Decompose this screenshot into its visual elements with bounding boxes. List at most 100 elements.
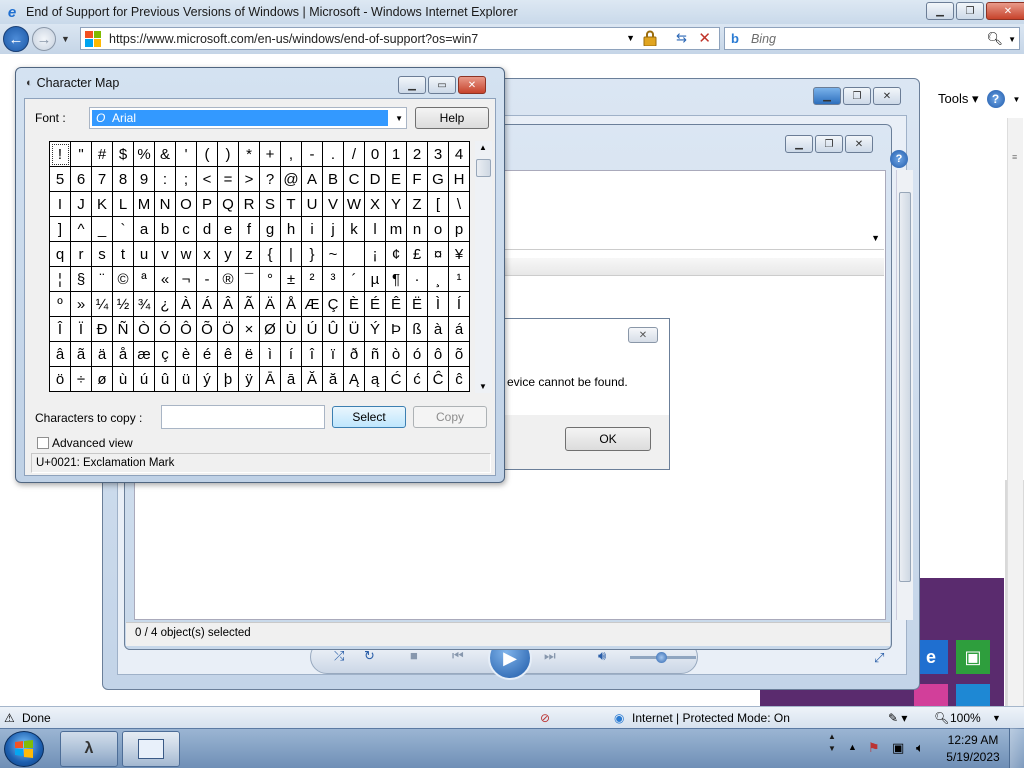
character-cell[interactable]: ð: [344, 342, 365, 367]
character-cell[interactable]: ñ: [365, 342, 386, 367]
next-icon[interactable]: ⏭: [544, 648, 556, 664]
character-cell[interactable]: Â: [218, 292, 239, 317]
character-cell[interactable]: g: [260, 217, 281, 242]
characters-to-copy-input[interactable]: [161, 405, 325, 429]
character-cell[interactable]: ù: [113, 367, 134, 392]
search-field[interactable]: b Bing 🔍︎ ▼: [724, 27, 1020, 50]
character-cell[interactable]: a: [134, 217, 155, 242]
character-cell[interactable]: ~: [323, 242, 344, 267]
character-cell[interactable]: ¾: [134, 292, 155, 317]
shuffle-icon[interactable]: ⤮: [334, 648, 344, 664]
character-cell[interactable]: C: [344, 167, 365, 192]
character-cell[interactable]: Ï: [71, 317, 92, 342]
character-cell[interactable]: d: [197, 217, 218, 242]
character-cell[interactable]: s: [92, 242, 113, 267]
character-cell[interactable]: c: [176, 217, 197, 242]
character-cell[interactable]: Î: [50, 317, 71, 342]
character-cell[interactable]: é: [197, 342, 218, 367]
repeat-icon[interactable]: ↻: [364, 648, 375, 664]
character-cell[interactable]: ½: [113, 292, 134, 317]
character-cell[interactable]: 5: [50, 167, 71, 192]
back-button[interactable]: ←: [3, 26, 29, 52]
character-cell[interactable]: å: [113, 342, 134, 367]
protected-mode-icon[interactable]: ✎ ▾: [888, 711, 907, 725]
character-cell[interactable]: Z: [407, 192, 428, 217]
restore-button[interactable]: ❐: [815, 135, 843, 153]
character-cell[interactable]: V: [323, 192, 344, 217]
character-cell[interactable]: Þ: [386, 317, 407, 342]
character-cell[interactable]: ¤: [428, 242, 449, 267]
volume-icon[interactable]: 🔊︎: [598, 648, 606, 664]
stop-icon[interactable]: ✕: [698, 29, 711, 47]
character-cell[interactable]: `: [113, 217, 134, 242]
character-cell[interactable]: G: [428, 167, 449, 192]
character-cell[interactable]: _: [92, 217, 113, 242]
history-dropdown-icon[interactable]: ▼: [61, 34, 70, 44]
character-cell[interactable]: Ù: [281, 317, 302, 342]
taskbar-explorer-button[interactable]: [122, 731, 180, 767]
character-cell[interactable]: Ð: [92, 317, 113, 342]
minimize-button[interactable]: ▁: [926, 2, 954, 20]
character-cell[interactable]: Á: [197, 292, 218, 317]
taskbar-charmap-button[interactable]: λ: [60, 731, 118, 767]
character-cell[interactable]: }: [302, 242, 323, 267]
character-cell[interactable]: [344, 242, 365, 267]
character-cell[interactable]: j: [323, 217, 344, 242]
character-cell[interactable]: #: [92, 142, 113, 167]
character-cell[interactable]: À: [176, 292, 197, 317]
character-cell[interactable]: W: [344, 192, 365, 217]
character-cell[interactable]: à: [428, 317, 449, 342]
address-dropdown-icon[interactable]: ▼: [626, 33, 635, 43]
minimize-button[interactable]: ▁: [785, 135, 813, 153]
character-cell[interactable]: º: [50, 292, 71, 317]
character-cell[interactable]: M: [134, 192, 155, 217]
forward-button[interactable]: →: [32, 27, 56, 51]
character-cell[interactable]: þ: [218, 367, 239, 392]
character-cell[interactable]: y: [218, 242, 239, 267]
character-cell[interactable]: î: [302, 342, 323, 367]
character-cell[interactable]: ý: [197, 367, 218, 392]
character-cell[interactable]: Ë: [407, 292, 428, 317]
character-cell[interactable]: r: [71, 242, 92, 267]
character-cell[interactable]: ä: [92, 342, 113, 367]
character-cell[interactable]: §: [71, 267, 92, 292]
ok-button[interactable]: OK: [565, 427, 651, 451]
character-cell[interactable]: ê: [218, 342, 239, 367]
character-cell[interactable]: Ā: [260, 367, 281, 392]
character-cell[interactable]: 0: [365, 142, 386, 167]
minimize-button[interactable]: ▁: [398, 76, 426, 94]
character-cell[interactable]: H: [449, 167, 470, 192]
character-cell[interactable]: ?: [260, 167, 281, 192]
character-cell[interactable]: Ò: [134, 317, 155, 342]
character-cell[interactable]: ;: [176, 167, 197, 192]
character-cell[interactable]: q: [50, 242, 71, 267]
tray-expand-icon[interactable]: ▲: [848, 742, 857, 752]
character-cell[interactable]: ÷: [71, 367, 92, 392]
character-cell[interactable]: Ü: [344, 317, 365, 342]
close-button[interactable]: ✕: [845, 135, 873, 153]
character-cell[interactable]: |: [281, 242, 302, 267]
character-cell[interactable]: ¸: [428, 267, 449, 292]
character-cell[interactable]: T: [281, 192, 302, 217]
message-close-button[interactable]: ✕: [628, 327, 658, 343]
character-cell[interactable]: F: [407, 167, 428, 192]
character-cell[interactable]: ,: [281, 142, 302, 167]
character-cell[interactable]: @: [281, 167, 302, 192]
character-cell[interactable]: ü: [176, 367, 197, 392]
character-cell[interactable]: {: [260, 242, 281, 267]
character-cell[interactable]: æ: [134, 342, 155, 367]
clock-date[interactable]: 5/19/2023: [945, 750, 1001, 764]
character-cell[interactable]: x: [197, 242, 218, 267]
character-cell[interactable]: û: [155, 367, 176, 392]
character-cell[interactable]: â: [50, 342, 71, 367]
devices-help-icon[interactable]: ?: [890, 150, 908, 168]
start-button[interactable]: [4, 731, 44, 767]
scroll-thumb[interactable]: [476, 159, 491, 177]
network-icon[interactable]: ▣: [892, 740, 904, 756]
character-cell[interactable]: o: [428, 217, 449, 242]
character-cell[interactable]: \: [449, 192, 470, 217]
ie-vertical-scrollbar[interactable]: ≡: [1007, 118, 1023, 706]
close-button[interactable]: ✕: [458, 76, 486, 94]
character-cell[interactable]: ì: [260, 342, 281, 367]
character-cell[interactable]: 9: [134, 167, 155, 192]
